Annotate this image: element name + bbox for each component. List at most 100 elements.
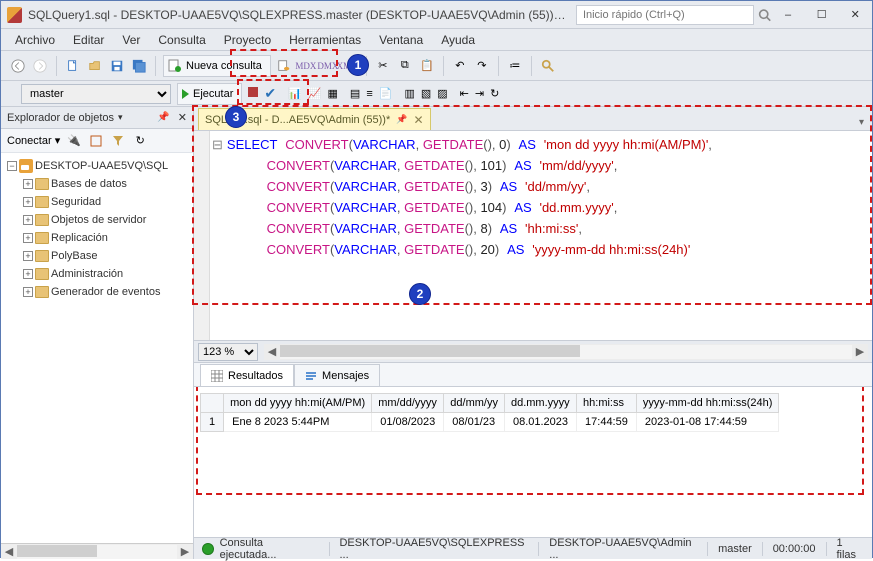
cell[interactable]: Ene 8 2023 5:44PM bbox=[224, 413, 372, 432]
filter-tree-icon[interactable] bbox=[110, 133, 126, 149]
scroll-right-icon[interactable]: ▶ bbox=[177, 545, 193, 559]
new-query-button[interactable]: Nueva consulta bbox=[163, 55, 271, 77]
find-icon[interactable] bbox=[539, 57, 557, 75]
pin-icon[interactable]: 📌 bbox=[157, 112, 169, 123]
column-header[interactable]: dd.mm.yyyy bbox=[504, 394, 576, 413]
grid-icon[interactable]: ▤ bbox=[350, 87, 360, 100]
cell[interactable]: 01/08/2023 bbox=[372, 413, 444, 432]
tree-item[interactable]: +Objetos de servidor bbox=[3, 211, 191, 229]
redo-icon[interactable]: ↷ bbox=[473, 57, 491, 75]
menu-bar: ArchivoEditarVerConsultaProyectoHerramie… bbox=[1, 29, 872, 51]
quick-launch-input[interactable] bbox=[576, 5, 754, 25]
toggle1-icon[interactable]: ▥ bbox=[404, 87, 414, 100]
menu-herramientas[interactable]: Herramientas bbox=[281, 30, 369, 50]
undo-icon[interactable]: ↶ bbox=[451, 57, 469, 75]
close-button[interactable]: ✕ bbox=[838, 2, 872, 28]
tree-item[interactable]: +Replicación bbox=[3, 229, 191, 247]
indent-left-icon[interactable]: ⇤ bbox=[460, 87, 469, 100]
maximize-button[interactable]: ☐ bbox=[805, 2, 839, 28]
code-editor[interactable]: ⊟SELECT CONVERT(VARCHAR, GETDATE(), 0) A… bbox=[210, 131, 872, 340]
toggle2-icon[interactable]: ▧ bbox=[421, 87, 431, 100]
cell[interactable]: 08/01/23 bbox=[444, 413, 505, 432]
save-icon[interactable] bbox=[108, 57, 126, 75]
tree-item[interactable]: +Seguridad bbox=[3, 193, 191, 211]
refresh-tree-icon[interactable] bbox=[88, 133, 104, 149]
tab-overflow-icon[interactable]: ▾ bbox=[855, 115, 868, 130]
dmx-icon[interactable]: DMX bbox=[319, 57, 337, 75]
code-scroll-thumb[interactable] bbox=[280, 345, 580, 357]
menu-consulta[interactable]: Consulta bbox=[150, 30, 213, 50]
tree-item[interactable]: +Bases de datos bbox=[3, 175, 191, 193]
database-selector[interactable]: master bbox=[21, 84, 171, 104]
disconnect-icon[interactable]: 🔌 bbox=[66, 133, 82, 149]
cell[interactable]: 08.01.2023 bbox=[504, 413, 576, 432]
tab-pin-icon[interactable]: 📌 bbox=[396, 114, 407, 125]
tree-item[interactable]: +Administración bbox=[3, 265, 191, 283]
cell[interactable]: 2023-01-08 17:44:59 bbox=[636, 413, 779, 432]
engine-query-icon[interactable] bbox=[275, 57, 293, 75]
open-file-icon[interactable] bbox=[86, 57, 104, 75]
results-grid[interactable]: mon dd yyyy hh:mi(AM/PM)mm/dd/yyyydd/mm/… bbox=[194, 387, 872, 537]
editor-tab[interactable]: SQLQ 1.sql - D...AE5VQ\Admin (55))* 📌 ✕ bbox=[198, 108, 431, 130]
column-header[interactable]: yyyy-mm-dd hh:mi:ss(24h) bbox=[636, 394, 779, 413]
tab-close-icon[interactable]: ✕ bbox=[413, 113, 423, 127]
column-header[interactable]: mm/dd/yyyy bbox=[372, 394, 444, 413]
column-header[interactable]: mon dd yyyy hh:mi(AM/PM) bbox=[224, 394, 372, 413]
status-user: DESKTOP-UAAE5VQ\Admin ... bbox=[549, 537, 697, 561]
new-file-icon[interactable] bbox=[64, 57, 82, 75]
nav-forward-icon[interactable] bbox=[31, 57, 49, 75]
results-tab[interactable]: Resultados bbox=[200, 364, 294, 386]
tree-item[interactable]: +PolyBase bbox=[3, 247, 191, 265]
zoom-selector[interactable]: 123 % bbox=[198, 343, 258, 361]
status-db: master bbox=[718, 543, 752, 555]
messages-tab[interactable]: Mensajes bbox=[294, 364, 380, 386]
table-icon[interactable]: ▦ bbox=[328, 87, 338, 100]
tree-item[interactable]: +Generador de eventos bbox=[3, 283, 191, 301]
cut-icon[interactable]: ✂ bbox=[374, 57, 392, 75]
minimize-button[interactable]: ‒ bbox=[771, 2, 805, 28]
status-exec: Consulta ejecutada... bbox=[220, 537, 319, 561]
refresh-icon[interactable]: ↻ bbox=[490, 87, 499, 100]
menu-editar[interactable]: Editar bbox=[65, 30, 112, 50]
lines-icon bbox=[305, 370, 317, 382]
play-icon bbox=[182, 89, 189, 99]
object-explorer-title: Explorador de objetos bbox=[7, 112, 114, 124]
mdx-icon[interactable]: MDX bbox=[297, 57, 315, 75]
code-scroll-left-icon[interactable]: ◀ bbox=[264, 345, 280, 359]
check-icon[interactable]: ✔ bbox=[264, 85, 276, 102]
text-icon[interactable]: ≡ bbox=[366, 88, 372, 100]
plan-live-icon[interactable]: 📈 bbox=[308, 87, 322, 100]
column-header[interactable]: hh:mi:ss bbox=[577, 394, 637, 413]
tree-server-node[interactable]: −DESKTOP-UAAE5VQ\SQL bbox=[3, 157, 191, 175]
execute-button[interactable]: Ejecutar bbox=[177, 83, 242, 105]
xmla-icon[interactable]: XMLA bbox=[341, 57, 359, 75]
panel-menu-icon[interactable]: ▾ bbox=[118, 112, 123, 123]
panel-close-icon[interactable]: ✕ bbox=[178, 111, 187, 124]
status-ok-icon bbox=[202, 543, 214, 555]
connect-button[interactable]: Conectar ▾ bbox=[7, 134, 60, 147]
grid-icon bbox=[211, 370, 223, 382]
menu-proyecto[interactable]: Proyecto bbox=[216, 30, 279, 50]
file-result-icon[interactable]: 📄 bbox=[379, 87, 393, 100]
menu-ayuda[interactable]: Ayuda bbox=[433, 30, 483, 50]
nav-back-icon[interactable] bbox=[9, 57, 27, 75]
sync-tree-icon[interactable]: ↻ bbox=[132, 133, 148, 149]
menu-archivo[interactable]: Archivo bbox=[7, 30, 63, 50]
row-number[interactable]: 1 bbox=[201, 413, 224, 432]
cell[interactable]: 17:44:59 bbox=[577, 413, 637, 432]
save-all-icon[interactable] bbox=[130, 57, 148, 75]
menu-ver[interactable]: Ver bbox=[114, 30, 148, 50]
indent-right-icon[interactable]: ⇥ bbox=[475, 87, 484, 100]
comment-icon[interactable]: ≔ bbox=[506, 57, 524, 75]
paste-icon[interactable]: 📋 bbox=[418, 57, 436, 75]
stop-icon[interactable] bbox=[248, 87, 258, 100]
plan-icon[interactable]: 📊 bbox=[288, 87, 302, 100]
code-scroll-right-icon[interactable]: ▶ bbox=[852, 345, 868, 359]
toggle3-icon[interactable]: ▨ bbox=[437, 87, 447, 100]
scroll-thumb[interactable] bbox=[17, 545, 97, 557]
menu-ventana[interactable]: Ventana bbox=[371, 30, 431, 50]
scroll-left-icon[interactable]: ◀ bbox=[1, 545, 17, 559]
code-gutter bbox=[194, 131, 210, 340]
copy-icon[interactable]: ⧉ bbox=[396, 57, 414, 75]
column-header[interactable]: dd/mm/yy bbox=[444, 394, 505, 413]
